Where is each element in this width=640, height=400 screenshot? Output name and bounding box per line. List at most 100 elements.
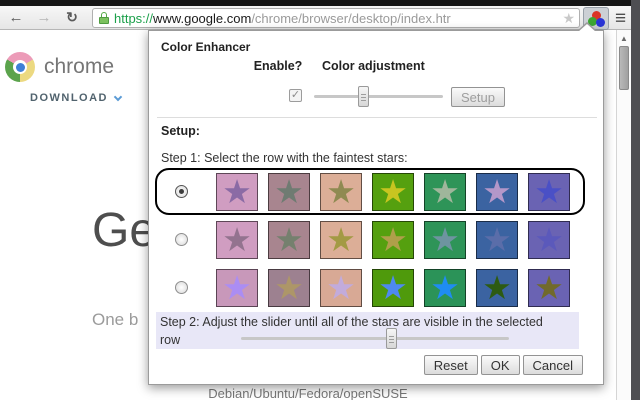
download-nav-link[interactable]: DOWNLOAD xyxy=(30,92,121,104)
star-icon: ★ xyxy=(430,270,460,306)
star-swatch: ★ xyxy=(424,269,466,307)
enable-checkbox[interactable]: ✓ xyxy=(289,89,302,102)
swatch-strip: ★ ★ ★ ★ ★ ★ ★ xyxy=(216,221,570,259)
scroll-up-icon[interactable]: ▲ xyxy=(620,34,628,43)
lock-body xyxy=(99,17,109,24)
star-swatch: ★ xyxy=(320,269,362,307)
star-icon: ★ xyxy=(222,174,252,210)
ssl-lock-icon[interactable] xyxy=(99,12,109,24)
enable-label: Enable? xyxy=(245,59,311,73)
chrome-brand[interactable]: chrome xyxy=(5,52,114,82)
star-icon: ★ xyxy=(274,270,304,306)
star-icon: ★ xyxy=(222,222,252,258)
star-swatch: ★ xyxy=(372,173,414,211)
popup-action-buttons: Reset OK Cancel xyxy=(424,355,583,375)
star-icon: ★ xyxy=(430,174,460,210)
slider-track xyxy=(314,95,443,98)
logo-hub xyxy=(16,63,25,72)
star-row[interactable]: ★ ★ ★ ★ ★ ★ ★ xyxy=(155,168,585,215)
address-bar[interactable]: https://www.google.com/chrome/browser/de… xyxy=(92,8,580,28)
star-swatch: ★ xyxy=(528,221,570,259)
star-icon: ★ xyxy=(534,174,564,210)
scrollbar-thumb[interactable] xyxy=(619,46,629,90)
extension-blue-circle xyxy=(596,18,605,27)
star-icon: ★ xyxy=(274,222,304,258)
star-icon: ★ xyxy=(534,222,564,258)
star-swatch: ★ xyxy=(476,221,518,259)
star-icon: ★ xyxy=(482,174,512,210)
download-label: DOWNLOAD xyxy=(30,92,108,104)
swatch-strip: ★ ★ ★ ★ ★ ★ ★ xyxy=(216,269,570,307)
star-icon: ★ xyxy=(430,222,460,258)
platform-footer-text: Debian/Ubuntu/Fedora/openSUSE xyxy=(0,386,616,400)
star-icon: ★ xyxy=(222,270,252,306)
setup-button[interactable]: Setup xyxy=(451,87,505,107)
popup-caret xyxy=(577,22,597,31)
page-scrollbar[interactable]: ▲ xyxy=(616,30,631,400)
star-swatch: ★ xyxy=(320,173,362,211)
check-icon: ✓ xyxy=(291,89,300,101)
row-radio[interactable] xyxy=(175,281,188,294)
row-radio[interactable] xyxy=(175,233,188,246)
slider-track xyxy=(241,337,509,340)
star-icon: ★ xyxy=(534,270,564,306)
reload-icon[interactable]: ↻ xyxy=(60,9,84,26)
star-icon: ★ xyxy=(274,174,304,210)
star-swatch: ★ xyxy=(268,221,310,259)
brand-name: chrome xyxy=(44,55,114,79)
row-radio[interactable] xyxy=(175,185,188,198)
url-scheme: https:// xyxy=(114,11,153,26)
url-host: www.google.com xyxy=(153,11,251,26)
color-enhancer-popup: Color Enhancer Enable? Color adjustment … xyxy=(148,30,604,385)
swatch-strip: ★ ★ ★ ★ ★ ★ ★ xyxy=(216,173,570,211)
star-swatch: ★ xyxy=(528,269,570,307)
color-adjustment-slider[interactable] xyxy=(314,86,443,107)
screen: ← → ↻ https://www.google.com/chrome/brow… xyxy=(0,0,640,400)
star-swatch: ★ xyxy=(372,221,414,259)
section-divider xyxy=(157,117,597,118)
bookmark-star-icon[interactable]: ★ xyxy=(562,10,575,27)
forward-icon[interactable]: → xyxy=(32,9,56,26)
browser-toolbar: ← → ↻ https://www.google.com/chrome/brow… xyxy=(0,6,640,30)
star-swatch: ★ xyxy=(216,173,258,211)
star-swatch: ★ xyxy=(424,221,466,259)
setup-heading: Setup: xyxy=(161,124,200,138)
back-icon[interactable]: ← xyxy=(4,9,28,26)
star-swatch: ★ xyxy=(268,269,310,307)
color-adjustment-label: Color adjustment xyxy=(322,59,425,73)
star-swatch: ★ xyxy=(320,221,362,259)
star-icon: ★ xyxy=(378,174,408,210)
star-swatch: ★ xyxy=(216,221,258,259)
star-row[interactable]: ★ ★ ★ ★ ★ ★ ★ xyxy=(155,216,585,263)
ok-button[interactable]: OK xyxy=(481,355,520,375)
star-icon: ★ xyxy=(482,222,512,258)
reset-button[interactable]: Reset xyxy=(424,355,478,375)
popup-title: Color Enhancer xyxy=(161,40,250,54)
star-icon: ★ xyxy=(326,270,356,306)
step2-slider-thumb[interactable] xyxy=(386,328,397,349)
hamburger-menu-icon[interactable]: ≡ xyxy=(615,9,626,29)
star-swatch: ★ xyxy=(372,269,414,307)
star-rows: ★ ★ ★ ★ ★ ★ ★ ★ ★ ★ ★ ★ ★ ★ ★ ★ ★ ★ ★ ★ ★ xyxy=(155,168,585,312)
star-swatch: ★ xyxy=(268,173,310,211)
step1-instruction: Step 1: Select the row with the faintest… xyxy=(161,151,408,165)
star-icon: ★ xyxy=(482,270,512,306)
chevron-down-icon xyxy=(114,92,122,100)
star-icon: ★ xyxy=(378,270,408,306)
chrome-logo-icon xyxy=(5,52,35,82)
adjustment-slider-thumb[interactable] xyxy=(358,86,369,107)
cancel-button[interactable]: Cancel xyxy=(523,355,583,375)
star-swatch: ★ xyxy=(424,173,466,211)
page-subtext: One b xyxy=(92,310,138,330)
star-swatch: ★ xyxy=(476,173,518,211)
step2-slider[interactable] xyxy=(241,328,509,349)
desktop-edge xyxy=(631,0,640,400)
star-row[interactable]: ★ ★ ★ ★ ★ ★ ★ xyxy=(155,264,585,311)
star-icon: ★ xyxy=(326,174,356,210)
star-icon: ★ xyxy=(326,222,356,258)
page-heading: Ge xyxy=(92,203,156,258)
star-icon: ★ xyxy=(378,222,408,258)
star-swatch: ★ xyxy=(476,269,518,307)
url-text: https://www.google.com/chrome/browser/de… xyxy=(114,11,451,26)
star-swatch: ★ xyxy=(216,269,258,307)
